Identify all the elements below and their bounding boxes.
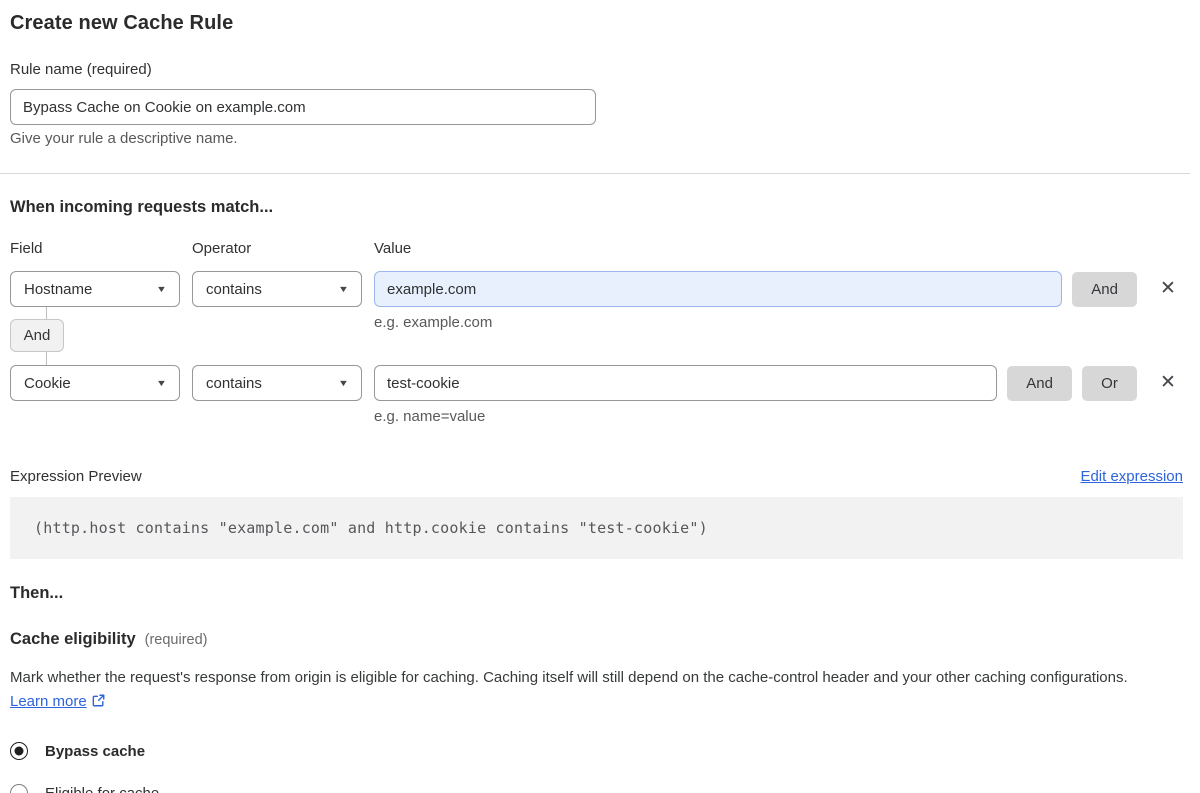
value-helper: e.g. name=value: [374, 408, 486, 425]
condition-connector-area: And e.g. example.com: [10, 307, 1183, 365]
close-icon: ✕: [1160, 372, 1176, 393]
radio-option-label: Eligible for cache: [45, 784, 160, 793]
value-input[interactable]: [374, 365, 998, 401]
condition-row: Hostname ▼ contains ▼ And ✕: [10, 271, 1183, 307]
radio-icon: [10, 784, 28, 793]
rule-name-input[interactable]: [10, 89, 596, 125]
field-select-value: Cookie: [24, 374, 71, 392]
connector-and-button[interactable]: And: [10, 319, 64, 352]
remove-condition-button[interactable]: ✕: [1153, 274, 1183, 304]
description-text: Mark whether the request's response from…: [10, 669, 1128, 686]
then-heading: Then...: [10, 584, 64, 602]
rule-name-label: Rule name (required): [10, 61, 152, 78]
expression-preview-label: Expression Preview: [10, 468, 142, 485]
external-link-icon: [91, 692, 106, 716]
section-divider: [0, 173, 1190, 174]
operator-select[interactable]: contains ▼: [192, 365, 362, 401]
rule-name-helper: Give your rule a descriptive name.: [10, 130, 238, 147]
or-button[interactable]: Or: [1082, 365, 1137, 401]
value-helper: e.g. example.com: [374, 314, 493, 331]
radio-icon: [10, 742, 28, 760]
expression-code: (http.host contains "example.com" and ht…: [34, 519, 708, 537]
field-column-label: Field: [10, 240, 43, 257]
field-select[interactable]: Hostname ▼: [10, 271, 180, 307]
chevron-down-icon: ▼: [155, 284, 168, 294]
radio-option-bypass-cache[interactable]: Bypass cache: [10, 742, 1183, 760]
and-button[interactable]: And: [1072, 271, 1137, 307]
operator-select-value: contains: [206, 280, 262, 298]
page-title: Create new Cache Rule: [10, 12, 234, 34]
condition-row: Cookie ▼ contains ▼ And Or ✕: [10, 365, 1183, 401]
operator-column-label: Operator: [192, 240, 252, 257]
chevron-down-icon: ▼: [155, 378, 168, 388]
value-column-label: Value: [374, 240, 412, 257]
close-icon: ✕: [1160, 278, 1176, 299]
field-select[interactable]: Cookie ▼: [10, 365, 180, 401]
radio-option-label: Bypass cache: [45, 742, 146, 760]
radio-option-eligible-for-cache[interactable]: Eligible for cache: [10, 784, 1183, 793]
create-cache-rule-form: Create new Cache Rule Rule name (require…: [0, 0, 1200, 793]
chevron-down-icon: ▼: [337, 378, 350, 388]
and-button[interactable]: And: [1007, 365, 1072, 401]
required-note: (required): [144, 632, 208, 648]
remove-condition-button[interactable]: ✕: [1153, 368, 1183, 398]
edit-expression-link[interactable]: Edit expression: [1080, 468, 1183, 485]
field-select-value: Hostname: [24, 280, 93, 298]
value-input[interactable]: [374, 271, 1063, 307]
chevron-down-icon: ▼: [337, 284, 350, 294]
cache-eligibility-description: Mark whether the request's response from…: [10, 666, 1170, 716]
expression-preview-block: (http.host contains "example.com" and ht…: [10, 497, 1183, 559]
cache-eligibility-heading: Cache eligibility: [10, 630, 136, 648]
operator-select[interactable]: contains ▼: [192, 271, 362, 307]
learn-more-link[interactable]: Learn more: [10, 693, 87, 710]
match-heading: When incoming requests match...: [10, 198, 274, 216]
operator-select-value: contains: [206, 374, 262, 392]
condition-column-labels: Field Operator Value: [10, 240, 1183, 257]
